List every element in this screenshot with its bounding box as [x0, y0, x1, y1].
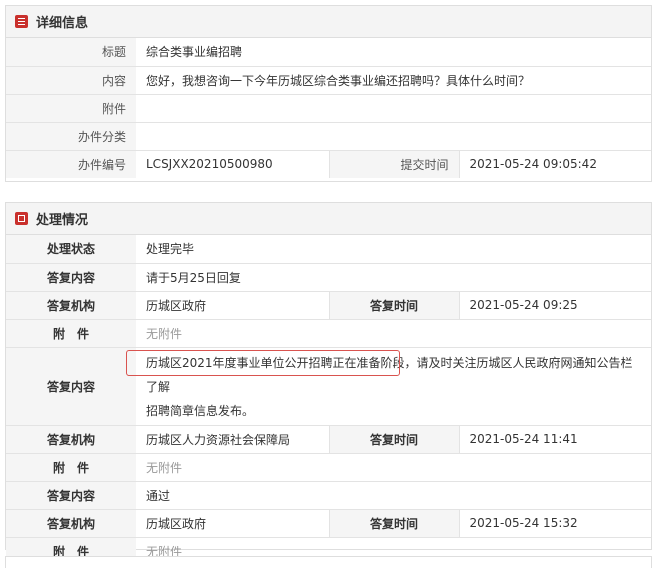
table-row: 答复机构 历城区人力资源社会保障局 答复时间 2021-05-24 11:41 — [6, 424, 651, 453]
table-row: 答复内容 通过 — [6, 480, 651, 509]
table-row: 答复内容 请于5月25日回复 — [6, 262, 651, 291]
attachment-label: 附件 — [6, 93, 136, 122]
reply-time-value: 2021-05-24 11:41 — [458, 424, 651, 453]
attachment-value: 无附件 — [136, 318, 651, 347]
table-row: 办件分类 — [6, 121, 651, 150]
attachment-value: 无附件 — [136, 452, 651, 481]
table-row: 处理状态 处理完毕 — [6, 235, 651, 263]
reply-line2-text: 招聘简章信息发布。 — [146, 403, 255, 418]
details-title: 详细信息 — [36, 16, 89, 31]
org-label: 答复机构 — [6, 290, 136, 319]
submit-time-label: 提交时间 — [328, 149, 459, 178]
org-value: 历城区人力资源社会保障局 — [136, 424, 329, 453]
handling-title: 处理情况 — [36, 213, 89, 228]
reply-time-value: 2021-05-24 15:32 — [458, 508, 651, 537]
table-row: 答复内容 历城区2021年度事业单位公开招聘正在准备阶段，请及时关注历城区人民政… — [6, 346, 651, 425]
table-row: 标题 综合类事业编招聘 — [6, 38, 651, 66]
reply-highlight-text: 历城区2021年度事业单位公开招聘正在准备阶段 — [146, 355, 405, 370]
table-row: 附件 — [6, 93, 651, 122]
reply-value: 请于5月25日回复 — [136, 262, 651, 291]
case-number-label: 办件编号 — [6, 149, 136, 178]
reply-time-label: 答复时间 — [328, 424, 459, 453]
table-row: 附 件 无附件 — [6, 318, 651, 347]
org-value: 历城区政府 — [136, 508, 329, 537]
handling-panel: 处理情况 处理状态 处理完毕 答复内容 请于5月25日回复 答复机构 历城区政府… — [5, 202, 652, 565]
details-panel: 详细信息 标题 综合类事业编招聘 内容 您好，我想咨询一下今年历城区综合类事业编… — [5, 5, 652, 182]
attachment-value — [136, 93, 651, 122]
reply-time-label: 答复时间 — [328, 508, 459, 537]
title-label: 标题 — [6, 38, 136, 66]
table-row: 内容 您好，我想咨询一下今年历城区综合类事业编还招聘吗？具体什么时间？ — [6, 65, 651, 94]
case-number-value: LCSJXX20210500980 — [136, 149, 329, 178]
table-row: 附 件 无附件 — [6, 452, 651, 481]
submit-time-value: 2021-05-24 09:05:42 — [458, 149, 651, 178]
content-value: 您好，我想咨询一下今年历城区综合类事业编还招聘吗？具体什么时间？ — [136, 65, 651, 94]
reply-label: 答复内容 — [6, 480, 136, 509]
table-row: 答复机构 历城区政府 答复时间 2021-05-24 15:32 — [6, 508, 651, 537]
status-label: 处理状态 — [6, 235, 136, 263]
reply-time-label: 答复时间 — [328, 290, 459, 319]
org-label: 答复机构 — [6, 424, 136, 453]
reply-label: 答复内容 — [6, 346, 136, 425]
table-row: 办件编号 LCSJXX20210500980 提交时间 2021-05-24 0… — [6, 149, 651, 178]
reply-time-value: 2021-05-24 09:25 — [458, 290, 651, 319]
table-row: 答复机构 历城区政府 答复时间 2021-05-24 09:25 — [6, 290, 651, 319]
org-value: 历城区政府 — [136, 290, 329, 319]
title-value: 综合类事业编招聘 — [146, 45, 243, 60]
reply-value: 通过 — [136, 480, 651, 509]
category-label: 办件分类 — [6, 121, 136, 150]
handling-header: 处理情况 — [6, 203, 651, 235]
details-table: 标题 综合类事业编招聘 内容 您好，我想咨询一下今年历城区综合类事业编还招聘吗？… — [6, 38, 651, 178]
process-icon — [15, 212, 28, 225]
status-value: 处理完毕 — [146, 242, 195, 257]
category-value — [136, 121, 651, 150]
reply-value-long: 历城区2021年度事业单位公开招聘正在准备阶段，请及时关注历城区人民政府网通知公… — [126, 346, 651, 425]
next-panel-edge — [5, 556, 652, 568]
reply-label: 答复内容 — [6, 262, 136, 291]
content-label: 内容 — [6, 65, 136, 94]
attachment-label: 附 件 — [6, 318, 136, 347]
attachment-label: 附 件 — [6, 452, 136, 481]
details-header: 详细信息 — [6, 6, 651, 38]
org-label: 答复机构 — [6, 508, 136, 537]
document-icon — [15, 15, 28, 28]
handling-table: 处理状态 处理完毕 答复内容 请于5月25日回复 答复机构 历城区政府 答复时间… — [6, 235, 651, 565]
